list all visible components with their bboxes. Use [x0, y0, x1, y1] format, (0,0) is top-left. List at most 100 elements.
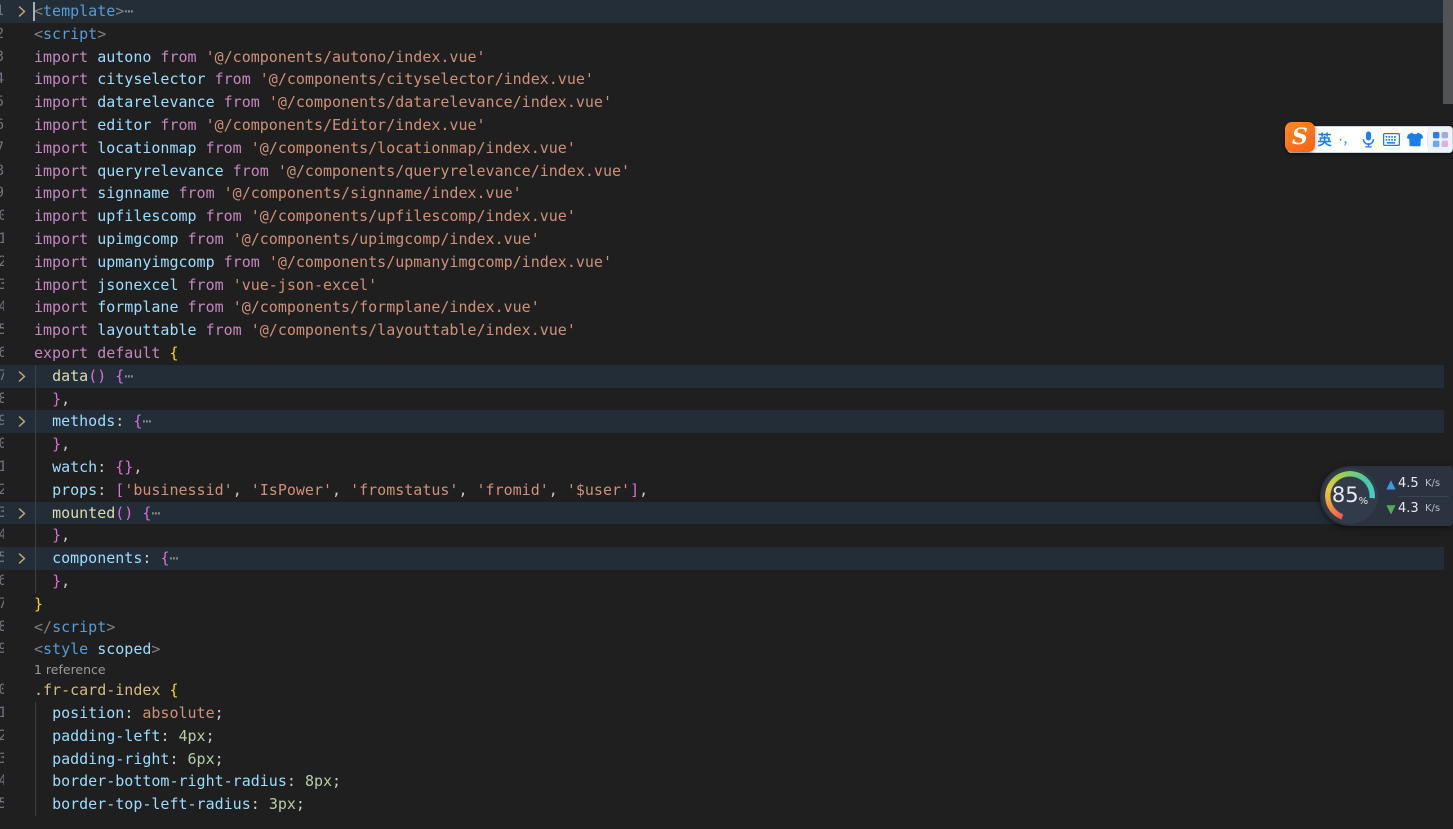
codelens-reference[interactable]: 1 reference: [0, 661, 1444, 679]
code-line-text: },: [52, 526, 71, 545]
code-line[interactable]: 8 import queryrelevance from '@/component…: [0, 160, 1444, 183]
cpu-usage-gauge: 85%: [1322, 468, 1378, 524]
line-number: 17: [0, 365, 4, 388]
fold-chevron-icon[interactable]: [14, 547, 30, 570]
code-line-text: components: {⋯: [52, 549, 179, 568]
code-line[interactable]: 29 <style scoped>: [0, 638, 1444, 661]
code-line[interactable]: 22 props: ['businessid', 'IsPower', 'fro…: [0, 478, 1444, 502]
ime-skin-icon[interactable]: [1403, 127, 1427, 152]
line-number: 27: [0, 593, 4, 616]
code-line[interactable]: 5 import datarelevance from '@/components…: [0, 91, 1444, 114]
code-line-text: import layouttable from '@/components/la…: [34, 321, 576, 340]
code-line[interactable]: 21 watch: {},: [0, 455, 1444, 479]
code-line-text: }: [34, 594, 44, 613]
code-line[interactable]: 15 import layouttable from '@/components/…: [0, 319, 1444, 342]
upload-rate-value: 4.5: [1398, 476, 1419, 491]
line-number: 3: [0, 46, 4, 69]
line-number: 32: [0, 725, 4, 748]
line-number: 23: [0, 502, 4, 525]
code-line-text: import locationmap from '@/components/lo…: [34, 138, 576, 157]
code-line[interactable]: 18 },: [0, 387, 1444, 411]
line-number: 10: [0, 205, 4, 228]
code-line[interactable]: 33 padding-right: 6px;: [0, 747, 1444, 771]
vertical-scrollbar[interactable]: [1443, 0, 1453, 829]
code-line[interactable]: 35 border-top-left-radius: 3px;: [0, 793, 1444, 816]
upload-rate-row: ▲ 4.5 K/s: [1384, 474, 1453, 494]
code-line[interactable]: 24 },: [0, 524, 1444, 548]
code-line[interactable]: 1 <template>⋯: [0, 0, 1444, 23]
fold-chevron-icon[interactable]: [14, 0, 30, 23]
code-line-text: .fr-card-index {: [34, 681, 179, 700]
code-line[interactable]: 30 .fr-card-index {: [0, 679, 1444, 702]
code-line-text: <style scoped>: [34, 640, 161, 659]
code-line[interactable]: 11 import upimgcomp from '@/components/up…: [0, 228, 1444, 251]
fold-chevron-icon[interactable]: [14, 410, 30, 433]
code-line-text: methods: {⋯: [52, 412, 152, 431]
code-line[interactable]: 16 export default {: [0, 342, 1444, 365]
code-line[interactable]: 3 import autono from '@/components/autono…: [0, 46, 1444, 69]
ime-voice-input-icon[interactable]: [1358, 127, 1380, 152]
code-line[interactable]: 14 import formplane from '@/components/fo…: [0, 296, 1444, 319]
code-line[interactable]: 2 <script>: [0, 23, 1444, 46]
code-line-text: props: ['businessid', 'IsPower', 'fromst…: [52, 480, 649, 499]
code-text-area[interactable]: 1 <template>⋯ 2 <script> 3 import autono from…: [0, 0, 1444, 829]
line-number: 12: [0, 251, 4, 274]
code-line[interactable]: 25 components: {⋯: [0, 547, 1444, 570]
code-line-text: mounted() {⋯: [52, 503, 161, 522]
code-line[interactable]: 6 import editor from '@/components/Editor…: [0, 114, 1444, 137]
code-editor[interactable]: 1 <template>⋯ 2 <script> 3 import autono from…: [0, 0, 1453, 829]
line-number: 15: [0, 319, 4, 342]
ime-sogou-logo-icon[interactable]: S: [1285, 122, 1315, 152]
line-number: 9: [0, 182, 4, 205]
code-line-text: export default {: [34, 343, 179, 362]
upload-arrow-icon: ▲: [1386, 476, 1396, 491]
gauge-percent-symbol: %: [1358, 496, 1369, 507]
download-arrow-icon: ▼: [1386, 501, 1396, 516]
code-line[interactable]: 12 import upmanyimgcomp from '@/component…: [0, 251, 1444, 274]
line-number: 29: [0, 638, 4, 661]
code-line[interactable]: 32 padding-left: 4px;: [0, 724, 1444, 748]
line-number: 1: [0, 0, 4, 23]
line-number: 21: [0, 456, 4, 479]
code-line[interactable]: 31 position: absolute;: [0, 701, 1444, 725]
code-line[interactable]: 20 },: [0, 433, 1444, 456]
code-line-text: },: [52, 435, 71, 454]
code-line[interactable]: 19 methods: {⋯: [0, 410, 1444, 434]
code-line-text: import upimgcomp from '@/components/upim…: [34, 229, 540, 248]
line-number: 5: [0, 91, 4, 114]
line-number: 33: [0, 748, 4, 771]
line-number: 20: [0, 433, 4, 456]
rate-divider: [1398, 495, 1449, 497]
fold-chevron-icon[interactable]: [14, 365, 30, 388]
code-line-text: <script>: [34, 24, 107, 43]
code-line[interactable]: 34 border-bottom-right-radius: 8px;: [0, 770, 1444, 794]
ime-language-mode-button[interactable]: 英: [1314, 127, 1336, 152]
code-line-text: import upmanyimgcomp from '@/components/…: [34, 252, 612, 271]
network-monitor-widget[interactable]: 85% ▲ 4.5 K/s ▼ 4.3 K/s: [1320, 466, 1453, 526]
code-line[interactable]: 10 import upfilescomp from '@/components/…: [0, 205, 1444, 228]
code-line[interactable]: 7 import locationmap from '@/components/l…: [0, 137, 1444, 160]
code-line[interactable]: 17 data() {⋯: [0, 364, 1444, 388]
code-line[interactable]: 23 mounted() {⋯: [0, 501, 1444, 525]
ime-toolbox-grid-icon[interactable]: [1428, 127, 1452, 152]
download-rate-value: 4.3: [1398, 501, 1419, 516]
ime-punctuation-mode-button[interactable]: ·，: [1336, 127, 1358, 152]
text-cursor: [33, 2, 35, 21]
code-line-text: },: [52, 571, 71, 590]
line-number: 14: [0, 296, 4, 319]
line-number: 22: [0, 479, 4, 502]
line-number: 8: [0, 160, 4, 183]
line-number: 34: [0, 770, 4, 793]
code-line[interactable]: 13 import jsonexcel from 'vue-json-excel': [0, 274, 1444, 297]
code-line[interactable]: 4 import cityselector from '@/components/…: [0, 68, 1444, 91]
code-line-text: import signname from '@/components/signn…: [34, 184, 522, 203]
code-line[interactable]: 27}: [0, 593, 1444, 616]
vertical-scrollbar-thumb[interactable]: [1443, 0, 1453, 104]
code-line[interactable]: 9 import signname from '@/components/sign…: [0, 182, 1444, 205]
code-line[interactable]: 28 </script>: [0, 616, 1444, 639]
ime-soft-keyboard-icon[interactable]: [1380, 127, 1404, 152]
fold-chevron-icon[interactable]: [14, 502, 30, 525]
line-number: 26: [0, 570, 4, 593]
code-line[interactable]: 26 },: [0, 569, 1444, 593]
code-line-text: padding-left: 4px;: [52, 726, 215, 745]
